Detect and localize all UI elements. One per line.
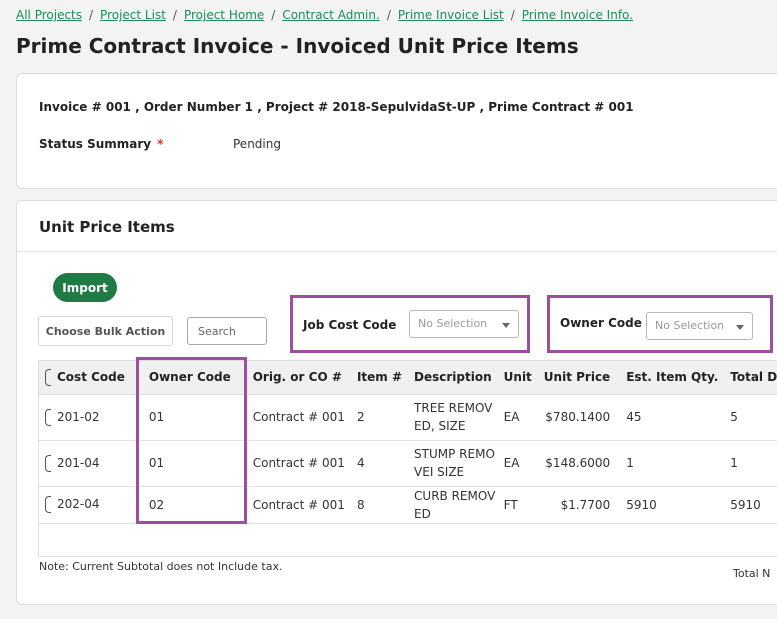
col-owner-code[interactable]: Owner Code bbox=[130, 361, 237, 395]
cell-unit: FT bbox=[497, 486, 538, 524]
invoice-summary-line: Invoice # 001 , Order Number 1 , Project… bbox=[39, 100, 634, 114]
breadcrumb-prime-invoice-list[interactable]: Prime Invoice List bbox=[398, 8, 504, 22]
cell-est-item-qty: 1 bbox=[616, 440, 725, 487]
import-button[interactable]: Import bbox=[53, 273, 117, 302]
breadcrumb-separator: / bbox=[271, 8, 276, 22]
breadcrumb-separator: / bbox=[386, 8, 391, 22]
breadcrumb-separator: / bbox=[510, 8, 515, 22]
cell-total-daily: 5910 bbox=[724, 486, 777, 524]
bulk-action-button[interactable]: Choose Bulk Action bbox=[38, 316, 173, 346]
cell-orig-co: Contract # 001 bbox=[236, 394, 351, 441]
job-cost-code-label: Job Cost Code bbox=[303, 318, 397, 332]
cost-code-value: 201-02 bbox=[57, 409, 100, 424]
cell-cost-code: 201-04 bbox=[39, 440, 131, 487]
breadcrumb-separator: / bbox=[172, 8, 177, 22]
cell-total-daily: 1 bbox=[724, 440, 777, 487]
cell-owner-code: 02 bbox=[130, 486, 237, 524]
cell-description: STUMP REMOVEI SIZE bbox=[408, 440, 498, 487]
select-all-checkbox[interactable] bbox=[45, 368, 51, 386]
owner-code-select[interactable]: No Selection bbox=[646, 312, 753, 340]
cell-description: TREE REMOVED, SIZE bbox=[408, 394, 498, 441]
job-cost-code-select[interactable]: No Selection bbox=[409, 310, 519, 338]
cell-item-number: 4 bbox=[350, 440, 409, 487]
status-summary-label-text: Status Summary bbox=[39, 137, 152, 151]
chevron-down-icon bbox=[502, 323, 510, 328]
breadcrumb-separator: / bbox=[89, 8, 94, 22]
cell-item-number: 2 bbox=[350, 394, 409, 441]
cell-description: CURB REMOVED bbox=[408, 486, 498, 524]
col-cost-code[interactable]: Cost Code bbox=[39, 361, 131, 395]
breadcrumb-prime-invoice-info[interactable]: Prime Invoice Info. bbox=[522, 8, 633, 22]
col-unit[interactable]: Unit bbox=[497, 361, 538, 395]
owner-code-value: No Selection bbox=[655, 319, 725, 332]
table-row[interactable]: 201-02 01 Contract # 001 2 TREE REMOVED,… bbox=[39, 394, 777, 441]
cell-unit-price: $148.6000 bbox=[537, 440, 617, 487]
col-orig-co[interactable]: Orig. or CO # bbox=[236, 361, 351, 395]
breadcrumb-project-home[interactable]: Project Home bbox=[184, 8, 264, 22]
cell-unit: EA bbox=[497, 394, 538, 441]
job-cost-code-value: No Selection bbox=[418, 317, 488, 330]
job-cost-code-filter: Job Cost Code No Selection bbox=[290, 295, 530, 353]
table-row[interactable]: 201-04 01 Contract # 001 4 STUMP REMOVEI… bbox=[39, 440, 777, 487]
cell-owner-code: 01 bbox=[130, 394, 237, 441]
unit-price-items-card: Unit Price Items Import Choose Bulk Acti… bbox=[16, 200, 777, 605]
status-summary-label: Status Summary * bbox=[39, 137, 163, 151]
section-title: Unit Price Items bbox=[39, 218, 175, 236]
table-row[interactable]: 202-04 02 Contract # 001 8 CURB REMOVED … bbox=[39, 486, 777, 524]
breadcrumb-all-projects[interactable]: All Projects bbox=[16, 8, 82, 22]
page-title: Prime Contract Invoice - Invoiced Unit P… bbox=[16, 34, 579, 58]
breadcrumb: All Projects / Project List / Project Home / C… bbox=[16, 8, 633, 22]
unit-price-table: Cost Code Owner Code Orig. or CO # Item … bbox=[39, 361, 777, 524]
cost-code-value: 202-04 bbox=[57, 497, 100, 511]
required-mark: * bbox=[157, 137, 164, 151]
cost-code-value: 201-04 bbox=[57, 455, 100, 470]
invoice-summary-card: Invoice # 001 , Order Number 1 , Project… bbox=[16, 73, 777, 189]
chevron-down-icon bbox=[736, 325, 744, 330]
col-total-daily[interactable]: Total Daily Lo bbox=[724, 361, 777, 395]
row-checkbox[interactable] bbox=[45, 496, 51, 513]
subtotal-note: Note: Current Subtotal does not Include … bbox=[39, 560, 283, 573]
breadcrumb-contract-admin[interactable]: Contract Admin. bbox=[282, 8, 380, 22]
cell-est-item-qty: 45 bbox=[616, 394, 725, 441]
cell-owner-code: 01 bbox=[130, 440, 237, 487]
cell-item-number: 8 bbox=[350, 486, 409, 524]
unit-price-grid: Cost Code Owner Code Orig. or CO # Item … bbox=[38, 360, 777, 557]
total-label: Total N bbox=[733, 567, 771, 580]
cell-est-item-qty: 5910 bbox=[616, 486, 725, 524]
cell-unit: EA bbox=[497, 440, 538, 487]
search-input[interactable] bbox=[187, 317, 267, 345]
table-header-row: Cost Code Owner Code Orig. or CO # Item … bbox=[39, 361, 777, 395]
col-description[interactable]: Description bbox=[408, 361, 498, 395]
cell-total-daily: 5 bbox=[724, 394, 777, 441]
cell-unit-price: $1.7700 bbox=[537, 486, 617, 524]
row-checkbox[interactable] bbox=[45, 454, 51, 472]
cell-unit-price: $780.1400 bbox=[537, 394, 617, 441]
cell-cost-code: 201-02 bbox=[39, 394, 131, 441]
breadcrumb-project-list[interactable]: Project List bbox=[100, 8, 166, 22]
status-summary-value: Pending bbox=[233, 137, 281, 151]
cell-cost-code: 202-04 bbox=[39, 486, 131, 524]
section-divider bbox=[17, 251, 777, 252]
row-checkbox[interactable] bbox=[45, 408, 51, 426]
col-cost-code-label: Cost Code bbox=[57, 369, 125, 384]
col-est-item-qty[interactable]: Est. Item Qty. bbox=[616, 361, 725, 395]
col-unit-price[interactable]: Unit Price bbox=[537, 361, 617, 395]
cell-orig-co: Contract # 001 bbox=[236, 440, 351, 487]
owner-code-filter: Owner Code No Selection bbox=[547, 295, 773, 353]
cell-orig-co: Contract # 001 bbox=[236, 486, 351, 524]
col-item-number[interactable]: Item # bbox=[350, 361, 409, 395]
owner-code-label: Owner Code bbox=[560, 316, 642, 330]
